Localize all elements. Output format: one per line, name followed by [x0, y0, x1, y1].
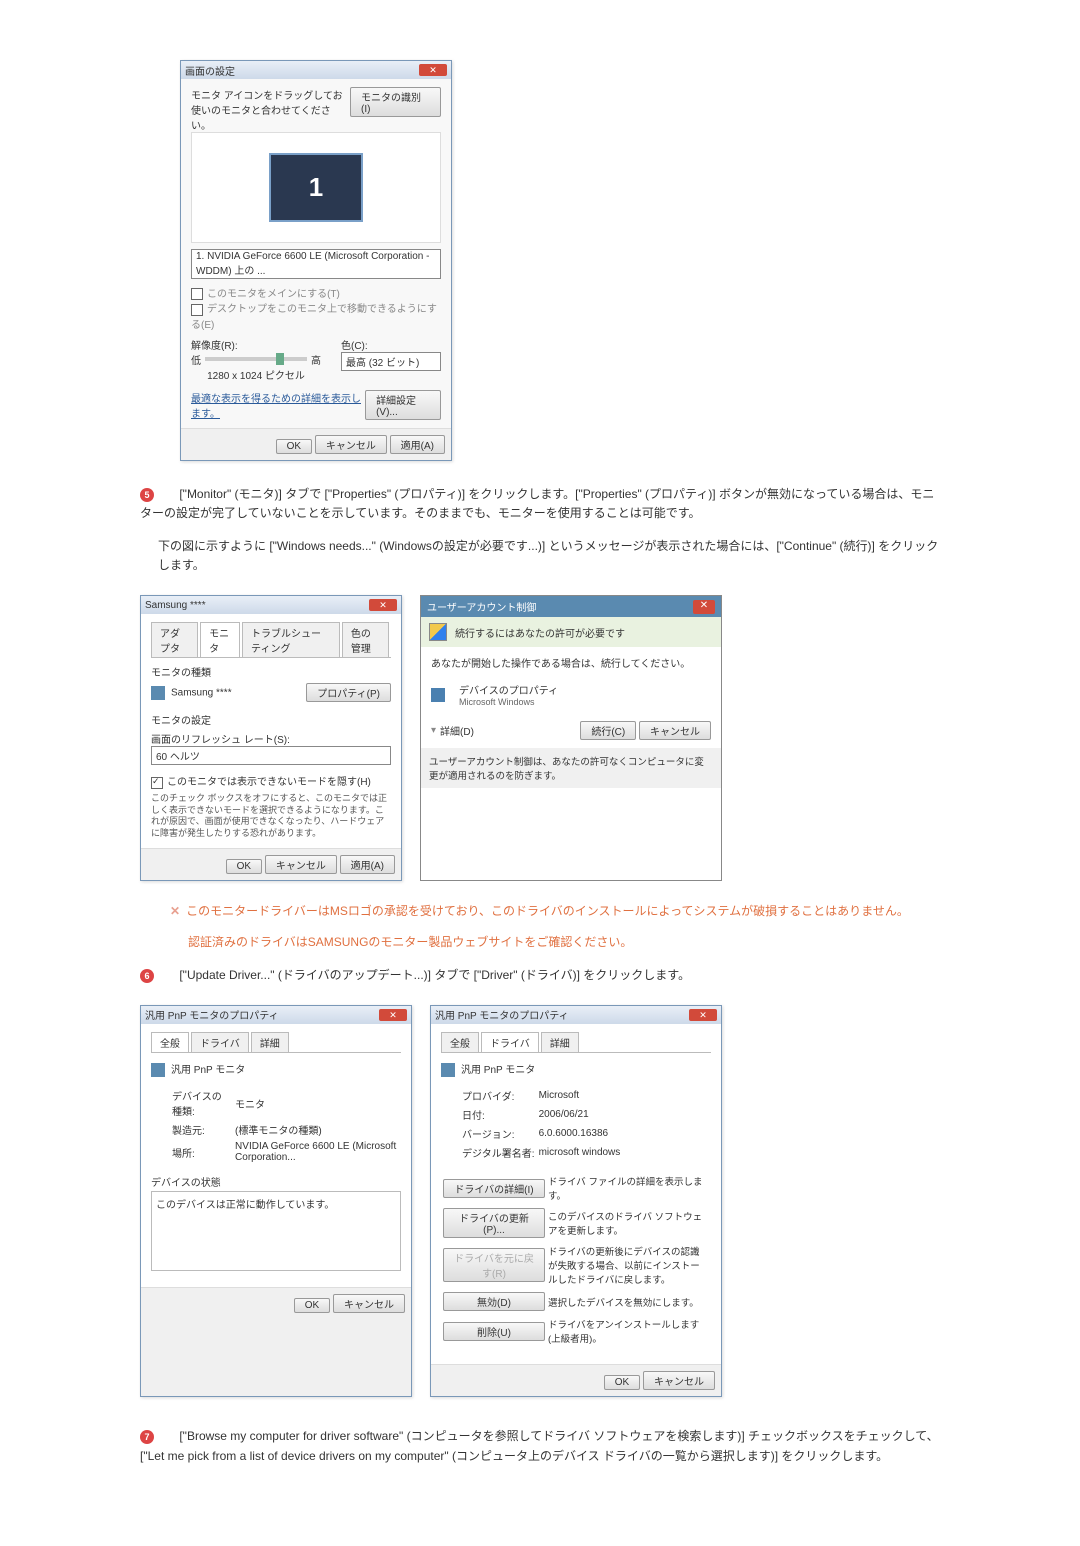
note-x-icon: ✕ — [170, 904, 180, 918]
uac-prop-title: デバイスのプロパティ — [459, 682, 558, 697]
fig1-instruction: モニタ アイコンをドラッグしてお使いのモニタと合わせてください。 — [191, 87, 350, 132]
cancel-button[interactable]: キャンセル — [315, 435, 387, 454]
apply-button[interactable]: 適用(A) — [340, 855, 395, 874]
monitor-properties-dialog: Samsung **** ✕ アダプタ モニタ トラブルシューティング 色の管理… — [140, 595, 402, 880]
shield-icon — [429, 623, 447, 641]
monitor-type-group-label: モニタの種類 — [151, 664, 391, 679]
hide-modes-checkbox[interactable] — [151, 777, 163, 789]
step6-text: ["Update Driver..." (ドライバのアップデート...)] タブ… — [179, 968, 690, 982]
cancel-button[interactable]: キャンセル — [639, 721, 711, 740]
step-bullet-7: 7 — [140, 1430, 154, 1444]
note-line2: 認証済みのドライバはSAMSUNGのモニター製品ウェブサイトをご確認ください。 — [188, 932, 940, 954]
details-link[interactable]: 詳細(D) — [440, 723, 474, 738]
step7-text: ["Browse my computer for driver software… — [140, 1429, 939, 1462]
uac-dialog: ユーザーアカウント制御 ✕ 続行するにはあなたの許可が必要です あなたが開始した… — [420, 595, 722, 880]
chevron-down-icon[interactable]: ▾ — [431, 725, 436, 736]
hide-modes-description: このチェック ボックスをオフにすると、このモニタでは正しく表示できないモードを選… — [151, 793, 391, 840]
dialog-title: Samsung **** — [145, 600, 206, 611]
properties-button[interactable]: プロパティ(P) — [306, 683, 391, 702]
figure-display-settings: 画面の設定 ✕ モニタ アイコンをドラッグしてお使いのモニタと合わせてください。… — [180, 60, 940, 461]
adapter-combo[interactable]: 1. NVIDIA GeForce 6600 LE (Microsoft Cor… — [191, 249, 441, 279]
uac-title: ユーザーアカウント制御 — [427, 599, 536, 614]
tab-troubleshoot[interactable]: トラブルシューティング — [242, 622, 340, 657]
color-label: 色(C): — [341, 337, 441, 352]
driver-uninstall-button[interactable]: 削除(U) — [443, 1322, 545, 1341]
uac-footer: ユーザーアカウント制御は、あなたの許可なくコンピュータに変更が適用されるのを防ぎ… — [421, 748, 721, 788]
tab-detail[interactable]: 詳細 — [251, 1032, 289, 1052]
refresh-combo[interactable]: 60 ヘルツ — [151, 746, 391, 765]
step5-text-1: ["Monitor" (モニタ)] タブで ["Properties" (プロパ… — [140, 487, 934, 520]
step-6: 6 ["Update Driver..." (ドライバのアップデート...)] … — [140, 966, 940, 985]
close-icon[interactable]: ✕ — [379, 1009, 407, 1021]
close-icon[interactable]: ✕ — [693, 600, 715, 614]
tab-general[interactable]: 全般 — [151, 1032, 189, 1052]
refresh-label: 画面のリフレッシュ レート(S): — [151, 731, 391, 746]
optimal-link[interactable]: 最適な表示を得るための詳細を表示します。 — [191, 390, 365, 420]
tab-adapter[interactable]: アダプタ — [151, 622, 198, 657]
cancel-button[interactable]: キャンセル — [265, 855, 337, 874]
tab-general[interactable]: 全般 — [441, 1032, 479, 1052]
monitor-icon — [441, 1063, 455, 1077]
continue-button[interactable]: 続行(C) — [580, 721, 636, 740]
monitor-preview[interactable]: 1 — [269, 153, 363, 222]
driver-update-button[interactable]: ドライバの更新(P)... — [443, 1208, 545, 1238]
device-status-box: このデバイスは正常に動作しています。 — [151, 1191, 401, 1271]
pnp-driver-dialog: 汎用 PnP モニタのプロパティ ✕ 全般 ドライバ 詳細 汎用 PnP モニタ… — [430, 1005, 722, 1397]
ok-button[interactable]: OK — [226, 859, 262, 874]
monitor-icon — [151, 686, 165, 700]
identify-button[interactable]: モニタの識別(I) — [350, 87, 441, 117]
tab-monitor[interactable]: モニタ — [200, 622, 240, 657]
note-block: ✕このモニタードライバーはMSロゴの承認を受けており、このドライバのインストール… — [170, 901, 940, 954]
pnp-general-dialog: 汎用 PnP モニタのプロパティ ✕ 全般 ドライバ 詳細 汎用 PnP モニタ… — [140, 1005, 412, 1397]
device-icon — [431, 688, 445, 702]
tab-color[interactable]: 色の管理 — [342, 622, 389, 657]
device-status-label: デバイスの状態 — [151, 1174, 401, 1189]
dialog-title: 汎用 PnP モニタのプロパティ — [435, 1007, 569, 1022]
close-icon[interactable]: ✕ — [689, 1009, 717, 1021]
driver-details-button[interactable]: ドライバの詳細(I) — [443, 1179, 545, 1198]
apply-button[interactable]: 適用(A) — [390, 435, 445, 454]
cancel-button[interactable]: キャンセル — [333, 1294, 405, 1313]
resolution-value: 1280 x 1024 ピクセル — [191, 367, 321, 382]
color-combo[interactable]: 最高 (32 ビット) — [341, 352, 441, 371]
dialog-title: 画面の設定 — [185, 63, 235, 78]
driver-disable-button[interactable]: 無効(D) — [443, 1292, 545, 1311]
ok-button[interactable]: OK — [604, 1375, 640, 1390]
step5-text-2: 下の図に示すように ["Windows needs..." (Windowsの設… — [158, 537, 940, 575]
resolution-slider[interactable] — [205, 357, 307, 361]
figure-row-driver-props: 汎用 PnP モニタのプロパティ ✕ 全般 ドライバ 詳細 汎用 PnP モニタ… — [140, 1005, 940, 1397]
resolution-label: 解像度(R): — [191, 337, 321, 352]
uac-prop-sub: Microsoft Windows — [459, 697, 558, 707]
driver-rollback-button: ドライバを元に戻す(R) — [443, 1248, 545, 1282]
tab-driver[interactable]: ドライバ — [481, 1032, 539, 1052]
monitor-settings-label: モニタの設定 — [151, 712, 391, 727]
cancel-button[interactable]: キャンセル — [643, 1371, 715, 1390]
extend-checkbox — [191, 304, 203, 316]
step-7: 7 ["Browse my computer for driver softwa… — [140, 1427, 940, 1465]
figure-row-monitor-uac: Samsung **** ✕ アダプタ モニタ トラブルシューティング 色の管理… — [140, 595, 940, 880]
ok-button[interactable]: OK — [294, 1298, 330, 1313]
uac-banner-text: 続行するにはあなたの許可が必要です — [455, 625, 625, 640]
dialog-title: 汎用 PnP モニタのプロパティ — [145, 1007, 279, 1022]
advanced-button[interactable]: 詳細設定(V)... — [365, 390, 441, 420]
primary-checkbox — [191, 288, 203, 300]
step-bullet-6: 6 — [140, 969, 154, 983]
tab-driver[interactable]: ドライバ — [191, 1032, 249, 1052]
monitor-icon — [151, 1063, 165, 1077]
step-bullet-5: 5 — [140, 488, 154, 502]
close-icon[interactable]: ✕ — [419, 64, 447, 76]
ok-button[interactable]: OK — [276, 439, 312, 454]
step-5: 5 ["Monitor" (モニタ)] タブで ["Properties" (プ… — [140, 485, 940, 576]
tab-detail[interactable]: 詳細 — [541, 1032, 579, 1052]
uac-line1: あなたが開始した操作である場合は、続行してください。 — [431, 655, 711, 670]
close-icon[interactable]: ✕ — [369, 599, 397, 611]
